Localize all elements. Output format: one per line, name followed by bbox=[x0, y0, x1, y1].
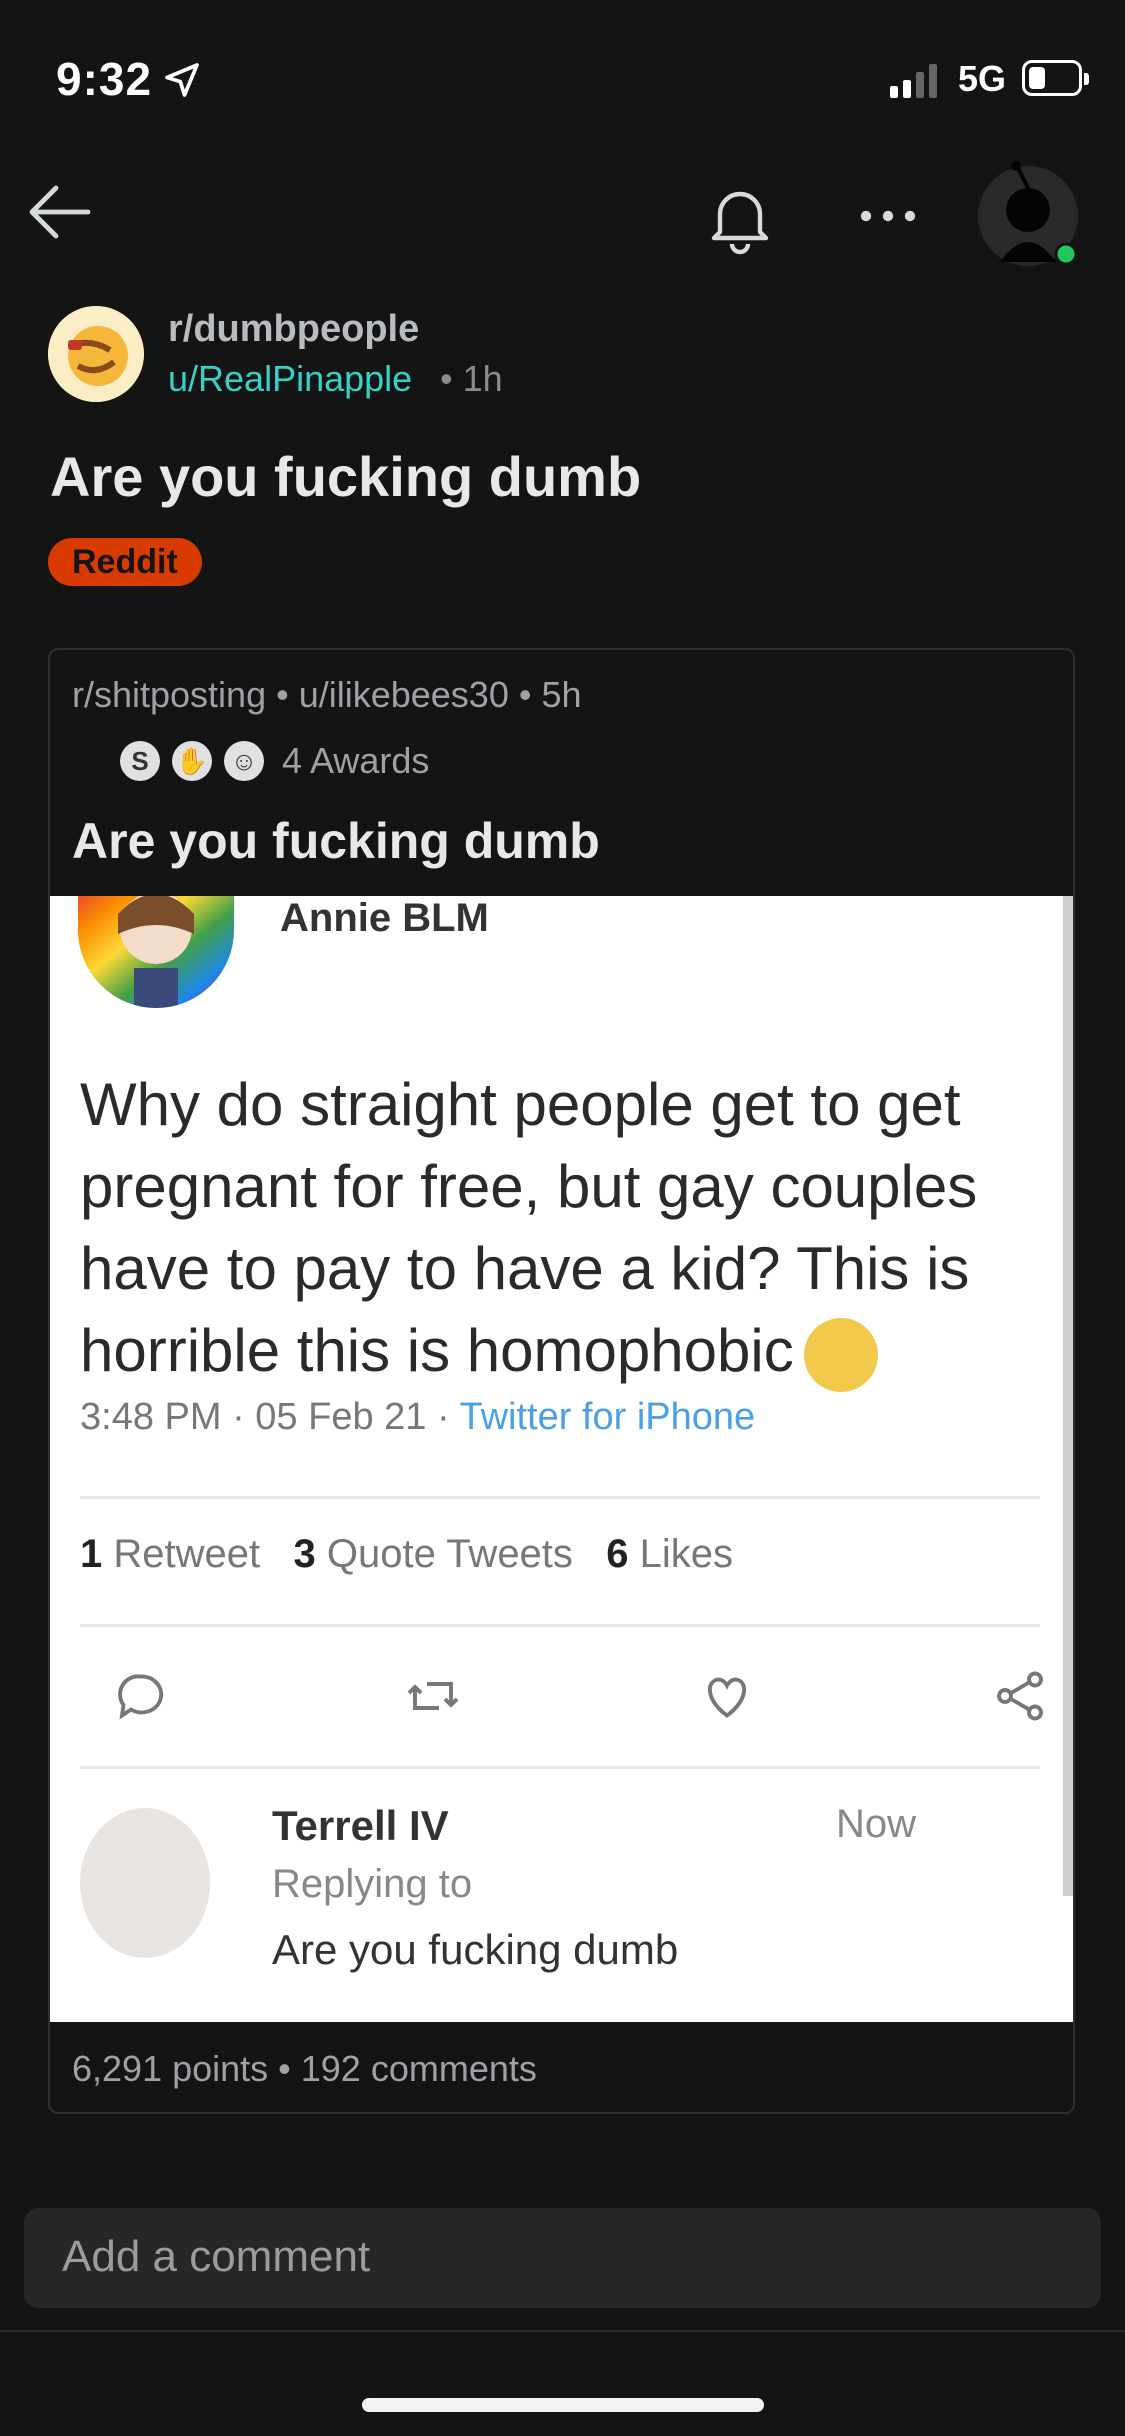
comment-placeholder: Add a comment bbox=[62, 2232, 371, 2281]
scrollbar bbox=[1063, 896, 1073, 1896]
crosspost-title: Are you fucking dumb bbox=[72, 813, 600, 869]
divider bbox=[80, 1766, 1040, 1769]
tweet-timestamp: 3:48 PM · 05 Feb 21 · Twitter for iPhone bbox=[80, 1396, 756, 1438]
subreddit-name[interactable]: r/dumbpeople bbox=[168, 308, 419, 351]
awards-row[interactable]: S ✋ ☺ 4 Awards bbox=[120, 740, 429, 782]
pensive-emoji-icon bbox=[803, 1318, 878, 1393]
silver-award-icon: S bbox=[120, 741, 160, 781]
crosspost-footer: 6,291 points • 192 comments bbox=[72, 2048, 537, 2089]
subreddit-icon[interactable] bbox=[48, 306, 144, 402]
back-arrow-icon[interactable] bbox=[20, 172, 100, 252]
post-flair[interactable]: Reddit bbox=[48, 538, 202, 586]
divider bbox=[80, 1496, 1040, 1499]
reply-author-name: Terrell IV bbox=[272, 1802, 449, 1849]
crosspost-meta[interactable]: r/shitposting • u/ilikebees30 • 5h bbox=[72, 674, 582, 716]
post-author[interactable]: u/RealPinapple bbox=[168, 358, 412, 400]
laugh-award-icon: ☺ bbox=[224, 741, 264, 781]
status-time: 9:32 bbox=[56, 53, 153, 105]
tweet-stats: 1 Retweet 3 Quote Tweets 6 Likes bbox=[80, 1532, 734, 1576]
reply-avatar bbox=[80, 1808, 210, 1958]
reply-icon bbox=[118, 1674, 164, 1720]
home-indicator[interactable] bbox=[362, 2398, 764, 2412]
post-image[interactable]: Annie BLM Why do straight people get to … bbox=[50, 896, 1073, 2022]
signal-icon bbox=[890, 60, 937, 98]
share-icon bbox=[997, 1671, 1043, 1721]
location-arrow-icon bbox=[165, 63, 199, 97]
post-time: • 1h bbox=[440, 358, 503, 399]
divider bbox=[80, 1624, 1040, 1627]
tweet-author-name: Annie BLM bbox=[280, 896, 489, 940]
more-icon[interactable] bbox=[848, 186, 928, 246]
tweet-avatar bbox=[78, 896, 234, 1008]
tweet-text: Why do straight people get to get pregna… bbox=[80, 1064, 1060, 1393]
retweet-icon bbox=[407, 1682, 459, 1710]
network-label: 5G bbox=[958, 58, 1007, 99]
post-title: Are you fucking dumb bbox=[50, 445, 642, 508]
divider bbox=[0, 2330, 1125, 2332]
reply-replying-to: Replying to bbox=[272, 1862, 473, 1906]
battery-icon bbox=[1022, 60, 1089, 96]
avatar[interactable] bbox=[978, 158, 1078, 268]
reply-time: Now bbox=[836, 1802, 917, 1846]
bell-icon[interactable] bbox=[700, 178, 780, 258]
reply-text: Are you fucking dumb bbox=[272, 1926, 679, 1973]
hands-award-icon: ✋ bbox=[172, 741, 212, 781]
tweet-actions bbox=[110, 1666, 1050, 1726]
heart-icon bbox=[707, 1677, 746, 1718]
awards-count: 4 Awards bbox=[282, 740, 430, 781]
